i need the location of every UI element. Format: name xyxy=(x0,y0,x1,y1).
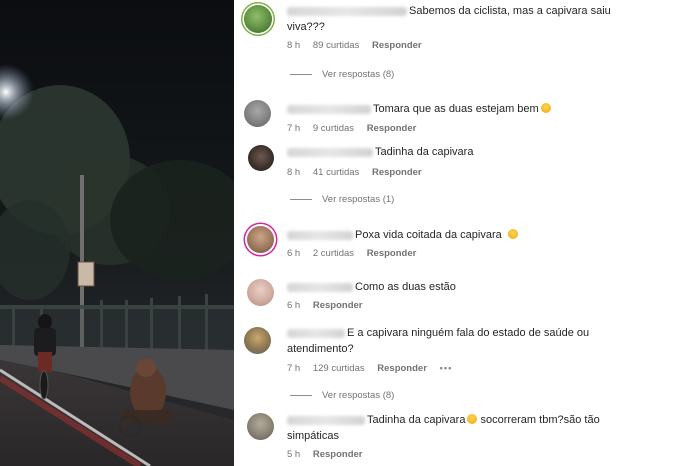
username-blurred[interactable] xyxy=(287,104,371,114)
video-scene xyxy=(0,64,234,466)
comment-text: Tomara que as duas estejam bem xyxy=(287,101,647,117)
sad-face-icon xyxy=(507,229,518,239)
comment-meta: 5 h Responder xyxy=(287,449,372,460)
reply-button[interactable]: Responder xyxy=(372,40,422,51)
replies-divider xyxy=(290,73,312,75)
replies-divider xyxy=(290,198,312,200)
reply-button[interactable]: Responder xyxy=(313,300,363,311)
reply-button[interactable]: Responder xyxy=(313,449,363,460)
video-frame[interactable] xyxy=(0,0,234,466)
reply-button[interactable]: Responder xyxy=(367,123,417,134)
like-count[interactable]: 89 curtidas xyxy=(313,40,359,51)
comment-text: Poxa vida coitada da capivara xyxy=(287,227,647,243)
avatar[interactable] xyxy=(244,5,272,33)
worried-face-icon xyxy=(540,103,551,113)
comment-time: 6 h xyxy=(287,248,301,259)
comment-meta: 7 h 129 curtidas Responder ••• xyxy=(287,363,463,374)
comment-text: Como as duas estão xyxy=(287,279,647,295)
avatar[interactable] xyxy=(247,413,274,440)
view-replies-button[interactable]: Ver respostas (8) xyxy=(290,390,394,401)
username-blurred[interactable] xyxy=(287,328,345,338)
comment-text: Tadinha da capivara xyxy=(287,144,647,160)
view-replies-button[interactable]: Ver respostas (8) xyxy=(290,69,394,80)
username-blurred[interactable] xyxy=(287,147,373,157)
comment-time: 7 h xyxy=(287,123,301,134)
more-options-icon[interactable]: ••• xyxy=(440,363,453,374)
avatar[interactable] xyxy=(247,226,274,253)
like-count[interactable]: 9 curtidas xyxy=(313,123,354,134)
avatar[interactable] xyxy=(248,145,274,171)
username-blurred[interactable] xyxy=(287,282,353,292)
comment-time: 5 h xyxy=(287,449,301,460)
username-blurred[interactable] xyxy=(287,6,407,16)
like-count[interactable]: 41 curtidas xyxy=(313,167,359,178)
comment-time: 6 h xyxy=(287,300,301,311)
comments-panel[interactable]: Sabemos da ciclista, mas a capivara saiu… xyxy=(234,0,700,466)
like-count[interactable]: 129 curtidas xyxy=(313,363,365,374)
comment-meta: 8 h 89 curtidas Responder xyxy=(287,40,432,51)
username-blurred[interactable] xyxy=(287,230,353,240)
avatar[interactable] xyxy=(244,100,271,127)
comment-meta: 8 h 41 curtidas Responder xyxy=(287,167,432,178)
avatar[interactable] xyxy=(244,327,271,354)
comment-time: 8 h xyxy=(287,167,301,178)
comment-text: E a capivara ninguém fala do estado de s… xyxy=(287,327,590,355)
worried-face-icon xyxy=(467,414,478,424)
reply-button[interactable]: Responder xyxy=(367,248,417,259)
replies-divider xyxy=(290,394,312,396)
reply-button[interactable]: Responder xyxy=(372,167,422,178)
comment-time: 7 h xyxy=(287,363,301,374)
avatar[interactable] xyxy=(247,279,274,306)
comment-text: Sabemos da ciclista, mas a capivara saiu… xyxy=(287,5,611,33)
like-count[interactable]: 2 curtidas xyxy=(313,248,354,259)
reply-button[interactable]: Responder xyxy=(377,363,427,374)
view-replies-button[interactable]: Ver respostas (1) xyxy=(290,194,394,205)
comment-text: Tadinha da capivara socorreram tbm?são tã… xyxy=(287,414,600,442)
comment-meta: 7 h 9 curtidas Responder xyxy=(287,123,426,134)
comment-time: 8 h xyxy=(287,40,301,51)
comment-meta: 6 h Responder xyxy=(287,300,372,311)
comment-meta: 6 h 2 curtidas Responder xyxy=(287,248,426,259)
username-blurred[interactable] xyxy=(287,415,365,425)
